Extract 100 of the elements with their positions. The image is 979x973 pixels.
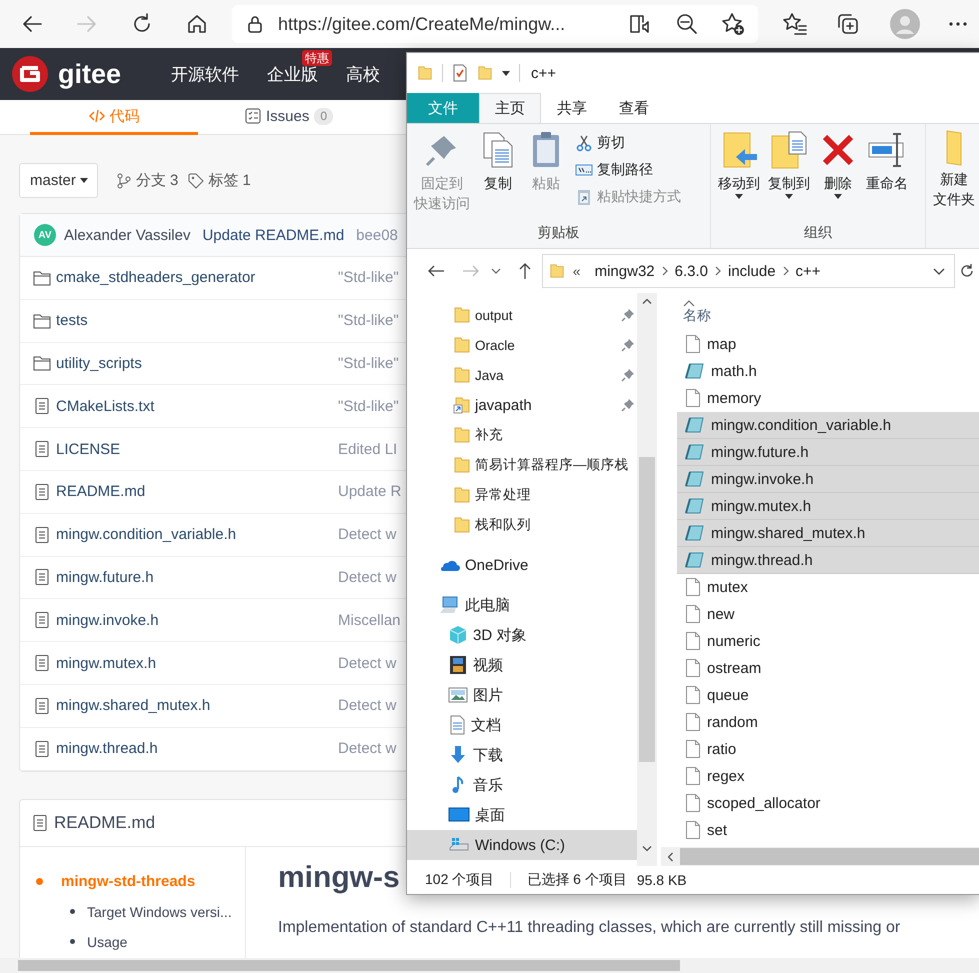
breadcrumb-item[interactable]: c++ [792,262,825,280]
column-header[interactable]: 名称 [683,307,979,325]
address-field[interactable]: https://gitee.com/CreateMe/mingw... [232,5,758,43]
file-item[interactable]: regex [677,763,979,790]
breadcrumb-item[interactable]: include [724,262,780,280]
nav-item[interactable]: 视频 [407,650,637,680]
branch-select[interactable]: master [19,163,98,198]
file-name[interactable]: cmake_stdheaders_generator [56,269,338,286]
file-name[interactable]: tests [56,312,338,330]
nav-item[interactable]: 图片 [407,680,637,710]
file-name[interactable]: mingw.shared_mutex.h [56,697,338,714]
file-item[interactable]: map [677,331,979,358]
nav-item[interactable]: output [407,300,637,330]
more-icon [948,21,968,27]
folder-icon [453,456,471,474]
file-item[interactable]: queue [677,682,979,709]
file-item[interactable]: mingw.thread.h [677,547,979,574]
breadcrumb-item[interactable]: 6.3.0 [670,262,712,280]
file-item[interactable]: random [677,709,979,736]
paste-shortcut-icon [575,188,593,206]
file-name[interactable]: mingw.thread.h [56,740,338,758]
header-file-icon [685,470,705,488]
nav-item[interactable]: Oracle [407,330,637,360]
file-name[interactable]: CMakeLists.txt [56,398,338,415]
ribbon-button[interactable]: 删除 [815,130,861,199]
file-item[interactable]: memory [677,385,979,412]
file-name[interactable]: utility_scripts [56,354,338,372]
file-item[interactable]: math.h [677,358,979,385]
nav-item[interactable]: 此电脑 [407,590,637,620]
nav-item[interactable]: Java [407,360,637,390]
commit-message[interactable]: Update README.md [202,226,344,244]
overflow-button[interactable]: « [564,263,591,279]
nav-item[interactable]: 文档 [407,710,637,740]
file-item[interactable]: set [677,817,979,844]
scrollbar-thumb[interactable] [639,457,655,762]
repo-tab[interactable]: Issues 0 [245,100,334,135]
file-icon [685,577,701,597]
nav-item[interactable]: javapath [407,390,637,420]
ribbon-tab[interactable]: 查看 [603,93,665,123]
file-item[interactable]: scoped_allocator [677,790,979,817]
nav-item[interactable]: 音乐 [407,770,637,800]
nav-item[interactable]: OneDrive [407,550,637,580]
file-icon [685,739,701,759]
selection-size: 95.8 KB [636,872,687,888]
file-item[interactable]: new [677,601,979,628]
nav-item[interactable]: 异常处理 [407,480,637,510]
download-icon [448,745,468,765]
ribbon-button[interactable]: 新建 文件夹 [930,130,978,210]
file-name[interactable]: mingw.invoke.h [56,612,338,629]
window-title: c++ [531,64,556,82]
ribbon-button[interactable]: 移动到 [715,130,763,199]
author-name[interactable]: Alexander Vassilev [64,226,190,244]
ribbon-button[interactable]: 剪切 [575,130,681,155]
nav-item[interactable]: 3D 对象 [407,620,637,650]
branch-count[interactable]: 分支 3 [116,171,178,190]
nav-link[interactable]: 高校 [346,64,380,84]
file-name[interactable]: LICENSE [56,440,338,458]
nav-item[interactable]: 简易计算器程序—顺序栈 [407,450,637,480]
nav-item[interactable]: 补充 [407,420,637,450]
file-item[interactable]: mingw.mutex.h [677,493,979,520]
nav-item[interactable]: 栈和队列 [407,510,637,540]
file-item[interactable]: mingw.condition_variable.h [677,412,979,439]
file-name[interactable]: mingw.future.h [56,568,338,586]
file-item[interactable]: mingw.shared_mutex.h [677,520,979,547]
ribbon-button[interactable]: 重命名 [863,130,911,194]
ribbon-button[interactable]: 复制路径 [575,157,681,182]
file-item[interactable]: mingw.future.h [677,439,979,466]
item-count: 102 个项目 [425,871,494,889]
nav-link[interactable]: 企业版 [267,64,318,84]
file-item[interactable]: ratio [677,736,979,763]
nav-item[interactable]: Windows (C:) [407,830,637,860]
ribbon-tab[interactable]: 共享 [541,93,603,123]
commit-hash: bee08 [356,226,398,244]
ribbon-tab[interactable]: 主页 [479,93,541,123]
file-item[interactable]: mingw.invoke.h [677,466,979,493]
nav-item[interactable]: 下载 [407,740,637,770]
nav-item[interactable]: 桌面 [407,800,637,830]
scrollbar-thumb[interactable] [18,960,680,971]
file-icon [685,712,701,732]
breadcrumb-item[interactable]: mingw32 [590,262,659,280]
document-icon [33,440,51,458]
tag-count[interactable]: 标签 1 [188,171,251,190]
commit-message: Detect w [338,697,398,714]
file-name[interactable]: mingw.condition_variable.h [56,526,338,544]
scrollbar-thumb[interactable] [680,848,979,865]
commit-message: "Std-like" [338,269,400,286]
file-name[interactable]: README.md [56,483,338,500]
toc-link[interactable]: Target Windows versi... [87,904,232,920]
bullet-icon [36,878,43,886]
path-field[interactable]: « mingw32 6.3.0 include c++ [542,254,956,288]
file-name[interactable]: mingw.mutex.h [56,654,338,672]
nav-link[interactable]: 开源软件 [171,64,240,84]
header-file-icon [685,443,705,461]
file-item[interactable]: mutex [677,574,979,601]
file-item[interactable]: ostream [677,655,979,682]
toc-link[interactable]: Usage [87,934,128,950]
file-item[interactable]: numeric [677,628,979,655]
film-icon [448,655,468,675]
ribbon-button[interactable]: 复制 [475,130,521,194]
ribbon-button[interactable]: 复制到 [765,130,813,199]
